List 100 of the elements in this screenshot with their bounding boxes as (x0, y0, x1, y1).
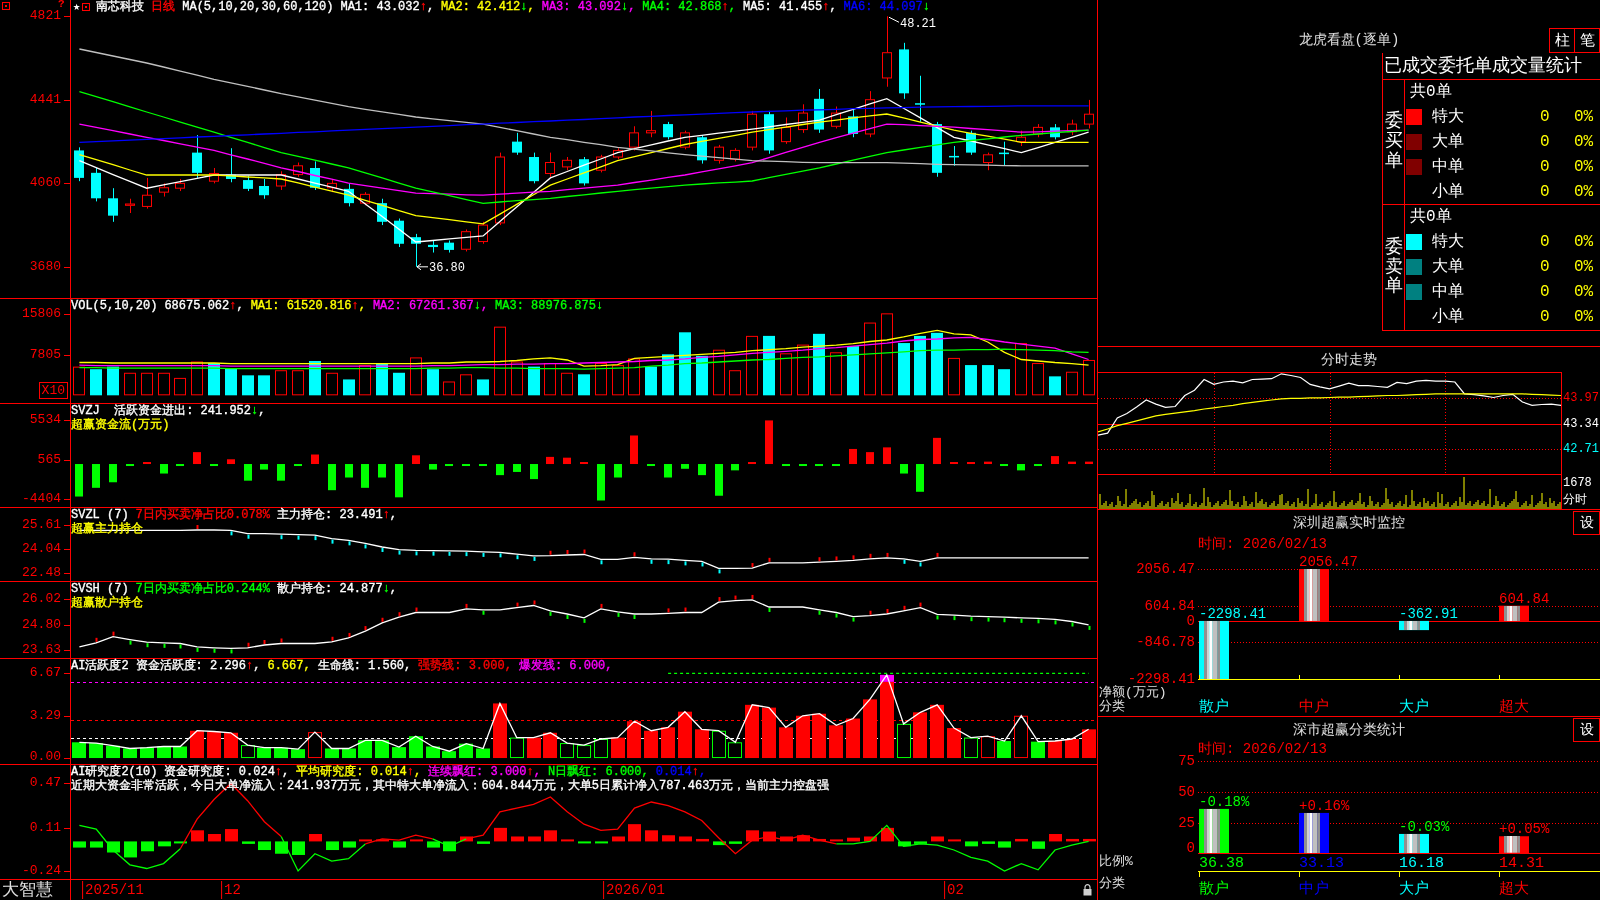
bar-shading (1503, 605, 1520, 621)
flow-bar (378, 464, 386, 478)
order-count: 0 (1540, 157, 1551, 176)
axis-tick-label: 22.48 (22, 566, 61, 580)
activity-bar (543, 732, 557, 759)
candlestick (108, 187, 118, 223)
volume-bar (696, 355, 708, 396)
volume-bar (965, 365, 977, 396)
indicator-label: VOL(5,10,20) (71, 299, 158, 313)
flow-bar (395, 464, 403, 498)
candlestick (966, 130, 976, 156)
flow-bar (109, 464, 117, 483)
volume-bar (393, 372, 405, 396)
candlestick (529, 152, 539, 184)
activity-bar (358, 740, 372, 759)
volume-bar (343, 379, 355, 396)
research-bar (696, 838, 709, 842)
help-icon[interactable]: ? (58, 0, 65, 9)
activity-bar (257, 747, 271, 759)
activity-bar (829, 725, 843, 759)
research-bar (1066, 838, 1079, 842)
indicator-label: 6.667, (267, 659, 311, 673)
candlestick (175, 178, 185, 192)
volume-bar (1083, 359, 1095, 396)
settings-button[interactable]: 设 (1573, 718, 1600, 742)
activity-bar (308, 732, 322, 759)
star-icon[interactable]: ★ (73, 0, 81, 14)
research-bar (628, 824, 641, 842)
square-icon (2, 2, 10, 10)
flow-bar (563, 457, 571, 464)
axis-tick-label: 43.34 (1563, 417, 1599, 431)
axis-tick-label: 3680 (29, 259, 61, 274)
volume-bar (427, 369, 439, 396)
settings-button[interactable]: 设 (1573, 511, 1600, 535)
candlestick (899, 42, 909, 100)
timestamp: 时间: 2026/02/13 (1198, 536, 1327, 552)
volume-bar (443, 381, 455, 396)
candlestick (545, 152, 555, 178)
order-size-label: 小单 (1432, 182, 1465, 201)
research-bar (763, 831, 776, 842)
view-toggle-button[interactable]: 笔 (1574, 28, 1600, 53)
indicator-label: MA2: 42.412↓, (441, 0, 535, 14)
research-bar (998, 841, 1011, 848)
table-title: 已成交委托单成交量统计 (1383, 53, 1600, 80)
order-share: 0% (1574, 307, 1595, 326)
research-bar (645, 830, 658, 842)
research-bar (460, 836, 473, 842)
candlestick (865, 90, 875, 138)
flow-bar (1068, 461, 1076, 464)
brand-name: 大智慧 (1, 880, 53, 900)
research-bar (1015, 838, 1028, 842)
research-bar (124, 841, 137, 858)
research-bar (141, 841, 154, 852)
activity-bar (291, 749, 305, 759)
order-share: 0% (1574, 132, 1595, 151)
flow-bar (260, 464, 268, 470)
order-total: 共0单 (1410, 207, 1452, 228)
activity-bar (459, 743, 473, 759)
volume-bar (813, 333, 825, 396)
flow-bar (614, 464, 622, 478)
bar-shading (1303, 569, 1320, 621)
activity-bar (426, 746, 440, 759)
volume-bar (107, 366, 119, 396)
date-label: 2025/11 (82, 881, 144, 899)
research-bar (359, 839, 372, 842)
volume-bar (612, 365, 624, 396)
flow-bar (193, 452, 201, 464)
order-share: 0% (1574, 232, 1595, 251)
change-label: -0.18% (1199, 793, 1250, 810)
axis-tick-label: -846.78 (1136, 635, 1195, 649)
activity-bar (1048, 741, 1062, 759)
candlestick (747, 110, 757, 151)
axis-tick-label: -4404 (22, 491, 61, 506)
volume-bar (998, 369, 1010, 396)
research-bar (158, 841, 171, 847)
candlestick (983, 152, 993, 171)
view-toggle-button[interactable]: 柱 (1549, 28, 1575, 53)
activity-bar (510, 737, 524, 759)
activity-bar (712, 730, 726, 759)
candlestick (259, 178, 269, 200)
lock-icon[interactable] (1083, 884, 1092, 896)
bar-shading (1203, 808, 1220, 853)
volume-bar (679, 332, 691, 396)
order-size-label: 小单 (1432, 307, 1465, 326)
axis-tick-label: 604.84 (1144, 599, 1195, 613)
volume-bar (729, 370, 741, 396)
activity-bar (527, 737, 541, 759)
activity-bar (207, 731, 221, 759)
activity-bar (846, 718, 860, 759)
axis-tick-label: 0.11 (29, 820, 61, 835)
axis-tick-label: 565 (37, 452, 61, 467)
share-value-label: 36.38 (1199, 855, 1244, 872)
activity-bar (1031, 741, 1045, 759)
bar-shading (1403, 620, 1420, 631)
category-label: 大户 (1399, 699, 1429, 716)
indicator-label: SVZL (7) (71, 508, 129, 522)
category-label: 中户 (1299, 880, 1329, 898)
indicator-label: MA6: 44.097↓ (843, 0, 930, 14)
candlestick (91, 167, 101, 202)
volume-bar (898, 343, 910, 396)
